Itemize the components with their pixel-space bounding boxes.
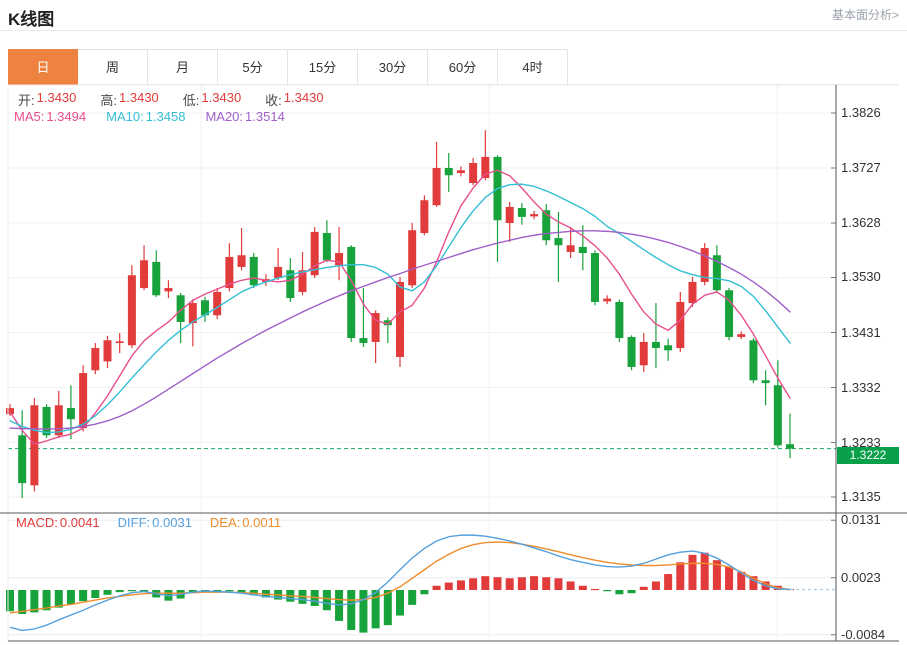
candle [628, 337, 636, 367]
price-axis-label: 1.3628 [841, 215, 881, 230]
ma10-label: MA10: [106, 109, 144, 124]
candle [554, 238, 562, 245]
candle [18, 435, 26, 483]
candle [335, 253, 343, 265]
candle [274, 267, 282, 278]
candle [420, 200, 428, 233]
ma5-value: 1.3494 [46, 109, 86, 124]
candle [676, 302, 684, 348]
open-value: 1.3430 [37, 90, 77, 109]
candle [591, 253, 599, 302]
candle [213, 292, 221, 315]
candle [725, 290, 733, 337]
ma20-value: 1.3514 [245, 109, 285, 124]
macd-legend: MACD:0.0041 DIFF:0.0031 DEA:0.0011 [16, 515, 281, 530]
candle [152, 262, 160, 295]
candle [457, 170, 465, 173]
diff-value: 0.0031 [152, 515, 192, 530]
macd-axis-label: 0.0131 [841, 512, 881, 527]
macd-label: MACD: [16, 515, 58, 530]
kline-page: K线图 基本面分析> 日 周 月 5分 15分 30分 60分 4时 开:1.3… [0, 0, 907, 645]
candle [164, 288, 172, 291]
candle [433, 168, 441, 205]
dea-label: DEA: [210, 515, 240, 530]
candle [774, 385, 782, 445]
candle [506, 207, 514, 223]
candle [116, 341, 124, 343]
candle [128, 275, 136, 345]
candle [749, 340, 757, 380]
candle [140, 260, 148, 288]
candle [67, 408, 75, 419]
candle [323, 233, 331, 260]
close-label: 收: [265, 90, 282, 109]
price-axis-label: 1.3530 [841, 269, 881, 284]
candle [91, 348, 99, 370]
macd-value: 0.0041 [60, 515, 100, 530]
candle [640, 342, 648, 365]
candle [30, 405, 38, 485]
candle [737, 334, 745, 337]
ma-legend: MA5:1.3494 MA10:1.3458 MA20:1.3514 [14, 109, 285, 124]
low-label: 低: [183, 90, 200, 109]
ma5-label: MA5: [14, 109, 44, 124]
candle [689, 282, 697, 303]
macd-axis-label: 0.0023 [841, 570, 881, 585]
candle [762, 380, 770, 383]
candle [518, 208, 526, 217]
candle [652, 342, 660, 348]
candle [79, 373, 87, 428]
price-axis-label: 1.3135 [841, 489, 881, 504]
price-axis-label: 1.3332 [841, 380, 881, 395]
candle [603, 299, 611, 302]
candle [786, 444, 794, 448]
macd-axis-label: -0.0084 [841, 627, 885, 642]
candle [250, 257, 258, 285]
candle [104, 340, 112, 361]
candle [445, 168, 453, 175]
candle [615, 302, 623, 338]
candle [408, 230, 416, 285]
low-value: 1.3430 [201, 90, 241, 109]
high-label: 高: [100, 90, 117, 109]
current-price-badge: 1.3222 [837, 447, 899, 464]
dea-value: 0.0011 [242, 515, 281, 530]
candle [359, 338, 367, 343]
price-axis-label: 1.3727 [841, 160, 881, 175]
high-value: 1.3430 [119, 90, 159, 109]
candle [396, 282, 404, 357]
candle [6, 408, 14, 414]
price-axis-label: 1.3826 [841, 105, 881, 120]
price-axis-label: 1.3431 [841, 325, 881, 340]
close-value: 1.3430 [284, 90, 324, 109]
candle [43, 407, 51, 435]
candle [238, 255, 246, 267]
ma20-label: MA20: [205, 109, 243, 124]
ma10-value: 1.3458 [146, 109, 186, 124]
diff-label: DIFF: [118, 515, 151, 530]
candle [567, 245, 575, 252]
candle [664, 345, 672, 350]
candle [469, 163, 477, 183]
open-label: 开: [18, 90, 35, 109]
candle [579, 247, 587, 253]
candle [530, 214, 538, 216]
ohlc-legend: 开:1.3430 高:1.3430 低:1.3430 收:1.3430 [18, 90, 324, 109]
